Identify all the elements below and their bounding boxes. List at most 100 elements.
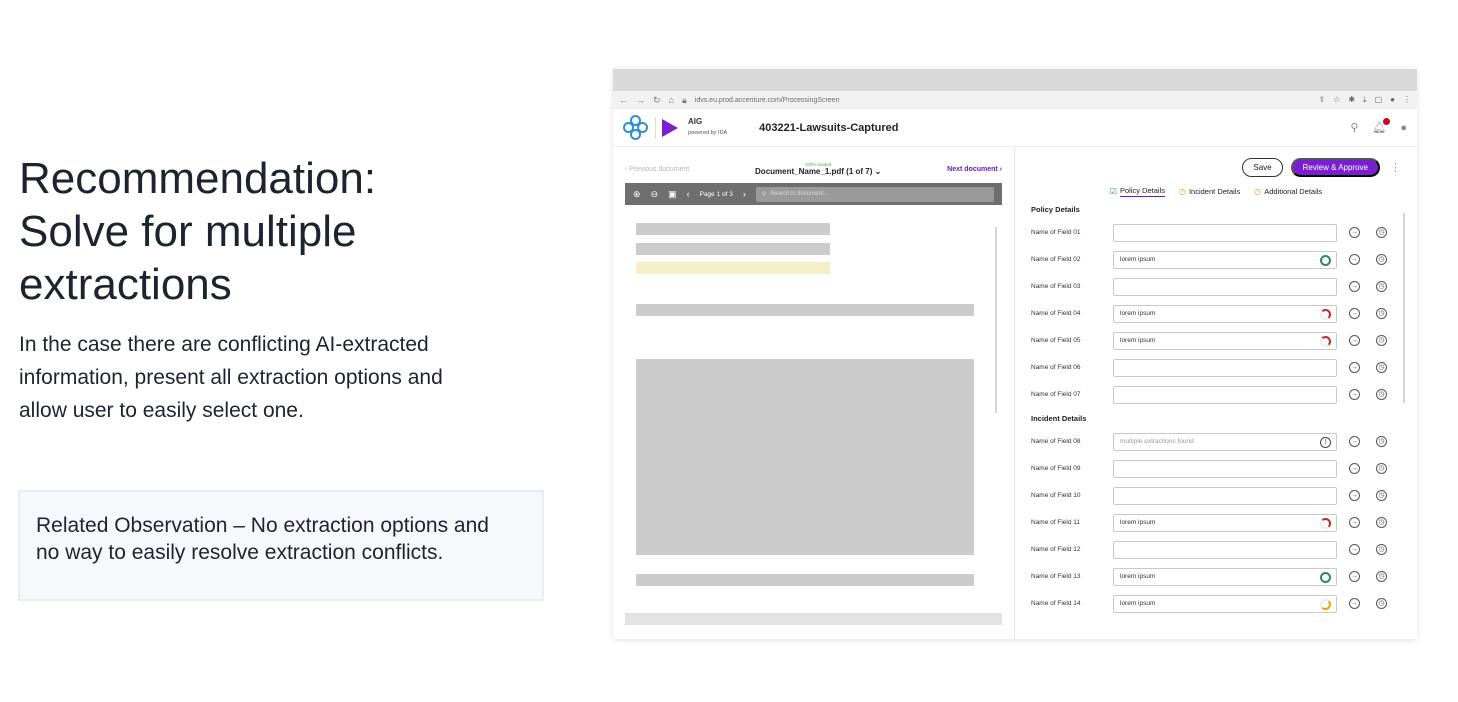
arrow-right-circle-icon[interactable]: → — [1349, 490, 1360, 501]
field-input[interactable]: lorem ipsum — [1113, 331, 1337, 350]
field-row: Name of Field 09 → ◷ — [1031, 455, 1401, 482]
arrow-right-circle-icon[interactable]: → — [1349, 544, 1360, 555]
arrow-right-circle-icon[interactable]: → — [1349, 335, 1360, 346]
tab-incident-details[interactable]: ◷ Incident Details — [1179, 187, 1240, 196]
history-icon[interactable]: ◷ — [1376, 598, 1387, 609]
arrow-right-circle-icon[interactable]: → — [1349, 571, 1360, 582]
form-scrollbar[interactable] — [1403, 213, 1405, 403]
user-avatar-icon[interactable]: ● — [1400, 122, 1407, 134]
review-approve-button[interactable]: Review & Approve — [1290, 157, 1380, 177]
title-line: extractions — [19, 260, 232, 309]
notification-bell-icon[interactable]: 🔔︎ — [1372, 118, 1391, 134]
field-row: Name of Field 06 → ◷ — [1031, 354, 1401, 381]
field-input[interactable]: lorem ipsum — [1113, 250, 1337, 269]
address-bar: ← → ↻ ⌂ 🔒︎ idvs.eu.prod.accenture.com/Pr… — [613, 91, 1417, 109]
field-input[interactable] — [1113, 385, 1337, 404]
field-row: Name of Field 02 lorem ipsum → ◷ — [1031, 246, 1401, 273]
download-icon[interactable]: ⤓ — [1363, 95, 1367, 105]
field-row: Name of Field 14 lorem ipsum → ◷ — [1031, 590, 1401, 617]
history-icon[interactable]: ◷ — [1376, 335, 1387, 346]
history-icon[interactable]: ◷ — [1376, 544, 1387, 555]
history-icon[interactable]: ◷ — [1376, 227, 1387, 238]
history-icon[interactable]: ◷ — [1376, 463, 1387, 474]
sidepanel-icon[interactable]: ▢ — [1375, 95, 1383, 105]
arrow-right-circle-icon[interactable]: → — [1349, 362, 1360, 373]
alert-circle-icon[interactable]: ! — [1320, 436, 1331, 448]
history-icon[interactable]: ◷ — [1376, 362, 1387, 373]
document-footer — [625, 613, 1002, 625]
confidence-ring-icon — [1320, 335, 1331, 347]
highlighted-text-block[interactable] — [636, 262, 830, 274]
zoom-out-icon[interactable]: ⊖ — [651, 189, 659, 200]
url-text[interactable]: idvs.eu.prod.accenture.com/ProcessingScr… — [695, 97, 1319, 104]
star-icon[interactable]: ☆ — [1333, 95, 1340, 105]
history-icon[interactable]: ◷ — [1376, 308, 1387, 319]
case-title: 403221-Lawsuits-Captured — [759, 121, 899, 134]
related-observation-box: Related Observation – No extraction opti… — [18, 490, 544, 601]
field-input[interactable]: lorem ipsum — [1113, 304, 1337, 323]
arrow-right-circle-icon[interactable]: → — [1349, 517, 1360, 528]
arrow-right-circle-icon[interactable]: → — [1349, 254, 1360, 265]
previous-document-label: Previous document — [629, 165, 690, 173]
history-icon[interactable]: ◷ — [1376, 571, 1387, 582]
back-icon[interactable]: ← — [619, 95, 628, 106]
home-icon[interactable]: ⌂ — [669, 95, 674, 106]
zoom-in-icon[interactable]: ⊕ — [633, 189, 641, 200]
field-label: Name of Field 05 — [1031, 337, 1081, 344]
history-icon[interactable]: ◷ — [1376, 281, 1387, 292]
field-input[interactable]: lorem ipsum — [1113, 594, 1337, 613]
document-page — [625, 213, 1002, 639]
extensions-icon[interactable]: ✱ — [1348, 95, 1355, 105]
prev-page-icon[interactable]: ‹ — [687, 189, 690, 199]
tab-policy-details[interactable]: ☑ Policy Details — [1110, 186, 1165, 197]
next-page-icon[interactable]: › — [743, 189, 746, 199]
next-document-link[interactable]: Next document › — [947, 166, 1002, 173]
tab-additional-details[interactable]: ◷ Additional Details — [1254, 187, 1322, 196]
history-icon[interactable]: ◷ — [1376, 389, 1387, 400]
profile-icon[interactable]: ● — [1390, 95, 1395, 105]
document-title[interactable]: 100% loaded Document_Name_1.pdf (1 of 7)… — [755, 162, 881, 176]
tab-label: Incident Details — [1188, 186, 1241, 196]
arrow-right-circle-icon[interactable]: → — [1349, 389, 1360, 400]
field-input[interactable] — [1113, 486, 1337, 505]
history-icon[interactable]: ◷ — [1376, 490, 1387, 501]
field-input[interactable]: multiple extractions found! — [1113, 432, 1337, 451]
field-input[interactable]: lorem ipsum — [1113, 567, 1337, 586]
document-search-input[interactable]: ⚲ Search in document... — [755, 186, 994, 202]
field-label: Name of Field 07 — [1031, 391, 1081, 398]
field-input[interactable] — [1113, 223, 1337, 242]
document-search-placeholder: Search in document... — [770, 191, 829, 197]
field-row: Name of Field 01 → ◷ — [1031, 219, 1401, 246]
history-icon[interactable]: ◷ — [1376, 436, 1387, 447]
previous-document-link[interactable]: ‹ Previous document — [625, 166, 689, 173]
menu-icon[interactable]: ⋮ — [1403, 95, 1411, 105]
field-input[interactable] — [1113, 540, 1337, 559]
field-input[interactable] — [1113, 277, 1337, 296]
body-line: information, present all extraction opti… — [19, 366, 443, 389]
history-icon[interactable]: ◷ — [1376, 517, 1387, 528]
arrow-right-circle-icon[interactable]: → — [1349, 598, 1360, 609]
save-button[interactable]: Save — [1242, 157, 1283, 177]
arrow-right-circle-icon[interactable]: → — [1349, 308, 1360, 319]
more-options-icon[interactable]: ⋮ — [1390, 161, 1401, 174]
arrow-right-circle-icon[interactable]: → — [1349, 436, 1360, 447]
section-heading-incident: Incident Details — [1031, 414, 1087, 423]
field-label: Name of Field 10 — [1031, 492, 1081, 499]
confidence-ring-icon — [1320, 308, 1331, 320]
history-icon[interactable]: ◷ — [1376, 254, 1387, 265]
confidence-ring-icon — [1320, 571, 1331, 583]
share-icon[interactable]: ⇪ — [1318, 95, 1325, 105]
field-input[interactable] — [1113, 459, 1337, 478]
fit-page-icon[interactable]: ▣ — [668, 189, 677, 200]
field-input[interactable]: lorem ipsum — [1113, 513, 1337, 532]
forward-icon[interactable]: → — [636, 95, 645, 106]
arrow-right-circle-icon[interactable]: → — [1349, 227, 1360, 238]
search-icon[interactable]: ⚲ — [1350, 121, 1358, 134]
field-row: Name of Field 08 multiple extractions fou… — [1031, 428, 1401, 455]
field-input[interactable] — [1113, 358, 1337, 377]
arrow-right-circle-icon[interactable]: → — [1349, 463, 1360, 474]
field-row: Name of Field 10 → ◷ — [1031, 482, 1401, 509]
arrow-right-circle-icon[interactable]: → — [1349, 281, 1360, 292]
document-scrollbar[interactable] — [995, 227, 997, 413]
reload-icon[interactable]: ↻ — [653, 95, 661, 106]
